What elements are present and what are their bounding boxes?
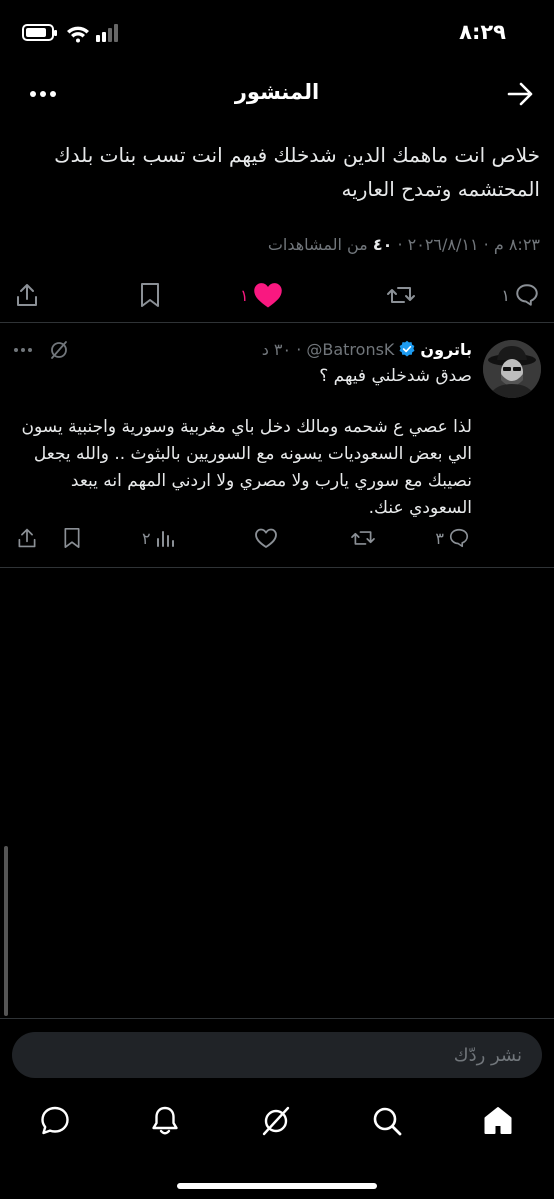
battery-icon [22, 24, 57, 41]
reply-action-bar: ٣ ٢ [0, 522, 554, 554]
more-options-icon [14, 348, 32, 352]
repost-icon [350, 527, 376, 549]
reply-body-text: لذا عصي ع شحمه ومالك دخل باي مغربية وسور… [21, 417, 472, 518]
reply-age: ٣٠ د [261, 340, 292, 359]
reply-author-handle[interactable]: @BatronsK [306, 340, 394, 359]
nav-search-icon[interactable] [370, 1104, 404, 1138]
back-arrow-icon[interactable] [506, 80, 534, 108]
status-time: ٨:٢٩ [459, 20, 506, 44]
reply-views-button[interactable]: ٢ [142, 522, 175, 554]
reply-top-icons [12, 340, 72, 360]
grok-icon [51, 341, 67, 359]
reply-button[interactable]: ١ [501, 275, 540, 315]
bottom-nav [0, 1098, 554, 1144]
reply-input[interactable] [12, 1032, 542, 1078]
reply-count: ١ [501, 285, 510, 305]
like-button[interactable]: ١ [240, 275, 283, 315]
status-icons [22, 22, 122, 44]
repost-button[interactable] [386, 275, 416, 315]
reply-header: باترون @BatronsK · ٣٠ د [261, 340, 472, 359]
bookmark-button[interactable] [138, 275, 162, 315]
reply-reply-button[interactable]: ٣ [435, 522, 470, 554]
reply-icon [514, 282, 540, 308]
verified-badge-icon [398, 340, 416, 358]
like-count: ١ [240, 285, 249, 305]
share-icon [14, 282, 40, 308]
views-chart-icon [155, 528, 175, 548]
reply-author-name[interactable]: باترون [420, 340, 472, 359]
share-icon [16, 527, 38, 549]
post-views-label: من المشاهدات [267, 235, 368, 254]
reply-repost-button[interactable] [350, 522, 376, 554]
nav-messages-icon[interactable] [38, 1104, 72, 1138]
wifi-icon [67, 26, 89, 43]
bookmark-icon [138, 282, 162, 308]
post-views-count: ٤٠ [372, 235, 393, 254]
repost-icon [386, 282, 416, 308]
post-text: خلاص انت ماهمك الدين شدخلك فيهم انت تسب … [54, 143, 540, 201]
reply-question-text: صدق شدخلني فيهم ؟ [319, 366, 472, 386]
heart-filled-icon [253, 281, 283, 309]
divider [0, 1018, 554, 1019]
signal-icon [96, 24, 118, 42]
share-button[interactable] [14, 275, 40, 315]
nav-notifications-icon[interactable] [148, 1104, 182, 1138]
scrollbar[interactable] [4, 846, 8, 1016]
divider [0, 567, 554, 568]
reply-reply-count: ٣ [435, 528, 444, 548]
post-time: ٨:٢٣ م [493, 235, 540, 254]
post-meta: ٨:٢٣ م · ٢٠٢٦/٨/١١ · ٤٠ من المشاهدات [267, 235, 540, 254]
page-title: المنشور [234, 80, 320, 104]
reply-share-button[interactable] [16, 522, 38, 554]
post-action-bar: ١ ١ [0, 275, 554, 315]
reply-like-button[interactable] [254, 522, 278, 554]
nav-grok-icon[interactable] [259, 1104, 293, 1138]
reply-views-count: ٢ [142, 528, 151, 548]
heart-icon [254, 527, 278, 549]
reply-icon [448, 527, 470, 549]
reply-bookmark-button[interactable] [62, 522, 82, 554]
nav-home-icon[interactable] [481, 1104, 515, 1138]
home-indicator [177, 1183, 377, 1189]
reply-avatar[interactable] [483, 340, 541, 398]
post-date: ٢٠٢٦/٨/١١ [407, 235, 479, 254]
divider [0, 322, 554, 323]
bookmark-icon [62, 527, 82, 549]
